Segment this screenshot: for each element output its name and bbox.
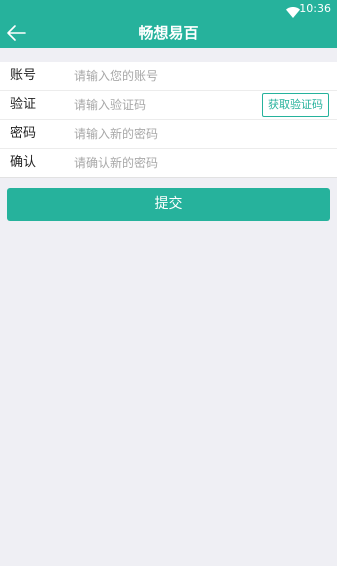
password-label: 密码 <box>10 126 37 141</box>
get-verification-code-button[interactable]: 获取验证码 <box>262 93 329 117</box>
wifi-icon <box>286 3 300 18</box>
app-bar: 畅想易百 <box>0 18 337 48</box>
account-label: 账号 <box>10 68 37 83</box>
status-bar: 10:36 <box>0 0 337 18</box>
verification-code-input[interactable] <box>72 95 254 115</box>
page-title: 畅想易百 <box>138 24 199 42</box>
account-row: 账号 <box>0 62 337 91</box>
status-time: 10:36 <box>299 2 331 15</box>
verify-label: 验证 <box>10 97 37 112</box>
new-password-input[interactable] <box>72 124 324 144</box>
password-row: 密码 <box>0 120 337 149</box>
verify-row: 验证 获取验证码 <box>0 91 337 120</box>
arrow-left-icon <box>4 21 28 45</box>
account-input[interactable] <box>72 66 324 86</box>
confirm-row: 确认 <box>0 149 337 178</box>
back-button[interactable] <box>4 21 28 45</box>
reset-password-form: 账号 验证 获取验证码 密码 确认 <box>0 62 337 178</box>
confirm-password-input[interactable] <box>72 153 324 173</box>
confirm-label: 确认 <box>10 155 37 170</box>
submit-button[interactable]: 提交 <box>7 188 330 221</box>
